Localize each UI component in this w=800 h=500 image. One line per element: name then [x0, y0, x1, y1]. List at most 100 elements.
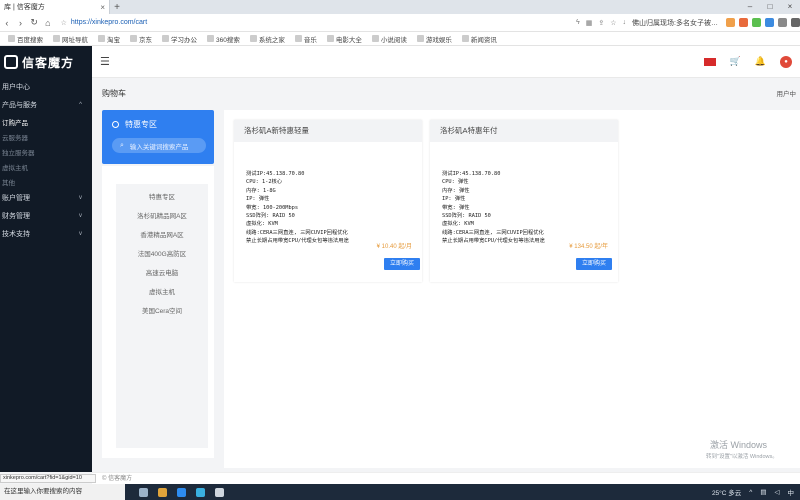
bookmark-label: 淘宝 [107, 36, 120, 44]
language-flag-icon[interactable] [703, 57, 716, 66]
volume-icon[interactable]: ◁ [775, 488, 780, 496]
new-tab-icon[interactable]: + [110, 2, 124, 13]
sidebar-item[interactable]: 产品与服务 ^ [0, 96, 92, 114]
app-icon[interactable] [196, 487, 205, 497]
logo-icon [4, 55, 18, 69]
share-icon[interactable]: ⇪ [598, 19, 604, 27]
buy-now-button[interactable]: 立即购买 [384, 258, 420, 270]
bookmarks-bar: 百度搜索 网址导航 淘宝 京东 学习办公 360搜索 系统之家 音乐 电影大全 小说阅读 游戏娱乐 新… [0, 32, 800, 46]
sidebar-item[interactable]: 账户管理 v [0, 189, 92, 207]
bookmark-item[interactable]: 系统之家 [249, 34, 285, 44]
sidebar-item[interactable]: 订购产品 [0, 114, 92, 129]
bookmark-item[interactable]: 电影大全 [326, 34, 362, 44]
bookmark-item[interactable]: 360搜索 [207, 34, 240, 44]
minimize-icon[interactable]: – [740, 0, 760, 14]
download-icon[interactable]: ↓ [623, 19, 627, 26]
star-outline-icon[interactable]: ☆ [610, 19, 616, 27]
extension-green-icon[interactable] [751, 18, 761, 27]
category-item[interactable]: 洛杉矶精品网A区 [116, 207, 208, 226]
url-field[interactable]: ☆ https://xinkepro.com/cart [61, 16, 568, 29]
sidebar-item[interactable]: 用户中心 [0, 78, 92, 96]
forward-icon[interactable]: › [14, 18, 28, 28]
bookmark-icon [416, 35, 424, 42]
file-explorer-icon[interactable] [158, 487, 167, 497]
chevron-down-icon: v [79, 195, 82, 201]
grid-icon[interactable]: ▦ [586, 19, 593, 27]
url-text: https://xinkepro.com/cart [70, 19, 148, 26]
sidebar-item[interactable]: 虚拟主机 [0, 159, 92, 174]
browser-app-icon[interactable] [177, 487, 186, 497]
sidebar-item[interactable]: 技术支持 v [0, 225, 92, 243]
taskbar-search[interactable]: 在这里输入你要搜索的内容 [0, 484, 125, 500]
menu-icon[interactable] [790, 18, 800, 27]
buy-now-button[interactable]: 立即购买 [576, 258, 612, 270]
category-item[interactable]: 高速云电脑 [116, 264, 208, 283]
sidebar-item[interactable]: 独立服务器 [0, 144, 92, 159]
hamburger-menu-icon[interactable]: ☰ [100, 55, 110, 68]
app-icon-2[interactable] [215, 487, 224, 497]
ime-text[interactable]: 中 [788, 487, 795, 497]
bell-icon[interactable]: 🔔 [755, 56, 766, 67]
back-icon[interactable]: ‹ [0, 18, 14, 28]
category-item[interactable]: 特惠专区 [116, 188, 208, 207]
promo-panel: 特惠专区 ⌕ 输入关键词搜索产品 [102, 110, 214, 164]
search-icon: ⌕ [120, 141, 124, 149]
sidebar: 信客魔方 用户中心 产品与服务 ^ 订购产品 云服务器 独立服务器 虚拟主机 其他 账户管理 v 财… [0, 46, 92, 472]
sidebar-item-label: 账户管理 [2, 195, 30, 202]
extension-red-icon[interactable] [738, 18, 748, 27]
sidebar-item-label: 其他 [2, 179, 15, 187]
bookmark-icon [8, 35, 15, 42]
extension-grey-icon[interactable] [777, 18, 787, 27]
weather-text[interactable]: 25°C 多云 [712, 487, 741, 497]
bookmark-icon [162, 35, 169, 42]
logo[interactable]: 信客魔方 [0, 46, 92, 78]
category-item[interactable]: 法国400G高防区 [116, 245, 208, 264]
bookmark-item[interactable]: 小说阅读 [371, 34, 407, 44]
sidebar-item[interactable]: 财务管理 v [0, 207, 92, 225]
breadcrumb[interactable]: 用户中 [777, 88, 797, 98]
bookmark-item[interactable]: 网址导航 [53, 34, 88, 44]
close-window-icon[interactable]: × [780, 0, 800, 14]
star-icon[interactable]: ☆ [61, 19, 67, 27]
category-item[interactable]: 香港精品网A区 [116, 226, 208, 245]
home-icon[interactable]: ⌂ [41, 18, 55, 28]
clock-icon [112, 121, 119, 128]
category-item[interactable]: 美国Cera空间 [116, 302, 208, 321]
browser-tab[interactable]: 库 | 信客魔方 × [0, 0, 110, 14]
bookmark-item[interactable]: 淘宝 [98, 34, 120, 44]
news-ticker[interactable]: 佛山归属现场:多名女子被… [632, 18, 718, 28]
network-icon[interactable]: ▤ [760, 488, 766, 496]
sidebar-nav: 用户中心 产品与服务 ^ 订购产品 云服务器 独立服务器 虚拟主机 其他 账户管理 v 财务管理 v 技… [0, 78, 92, 243]
activation-watermark-subtitle: 转到"设置"以激活 Windows。 [706, 454, 778, 460]
spec-line: IP: 弹性 [246, 196, 270, 203]
bookmark-item[interactable]: 游戏娱乐 [416, 34, 452, 44]
bookmark-label: 百度搜索 [17, 36, 43, 44]
bookmark-item[interactable]: 学习办公 [162, 34, 197, 44]
sidebar-item[interactable]: 其他 [0, 174, 92, 189]
task-view-icon[interactable] [139, 487, 148, 497]
chevron-down-icon: v [79, 231, 82, 237]
extension-blue-icon[interactable] [764, 18, 774, 27]
product-name: 洛杉矶A新特惠轻量 [234, 120, 422, 142]
category-item[interactable]: 虚拟主机 [116, 283, 208, 302]
cart-icon[interactable]: 🛒 [730, 56, 741, 67]
sidebar-item[interactable]: 云服务器 [0, 129, 92, 144]
extension-orange-icon[interactable] [725, 18, 735, 27]
system-tray: 25°C 多云 ^ ▤ ◁ 中 [712, 487, 795, 498]
spec-line: 带宽: 100-200Mbps [246, 204, 299, 211]
avatar[interactable]: ● [780, 55, 792, 68]
product-area: 洛杉矶A新特惠轻量 测试IP:45.138.70.80 CPU: 1-2核心 内存: … [224, 110, 800, 468]
maximize-icon[interactable]: □ [760, 0, 780, 14]
product-search-input[interactable]: ⌕ 输入关键词搜索产品 [112, 138, 206, 153]
tray-arrow-icon[interactable]: ^ [749, 489, 752, 496]
bookmark-item[interactable]: 新闻资讯 [461, 34, 497, 44]
bookmark-item[interactable]: 百度搜索 [8, 34, 43, 44]
lightning-icon[interactable]: ϟ [576, 19, 580, 26]
product-price: ¥ 134.50 起/年 [569, 244, 608, 250]
bookmark-item[interactable]: 音乐 [294, 34, 317, 44]
tab-close-icon[interactable]: × [100, 3, 105, 12]
refresh-icon[interactable]: ↻ [27, 17, 41, 28]
sidebar-item-label: 财务管理 [2, 213, 30, 220]
bookmark-item[interactable]: 京东 [130, 34, 152, 44]
spec-line: 测试IP:45.138.70.80 [246, 171, 305, 177]
